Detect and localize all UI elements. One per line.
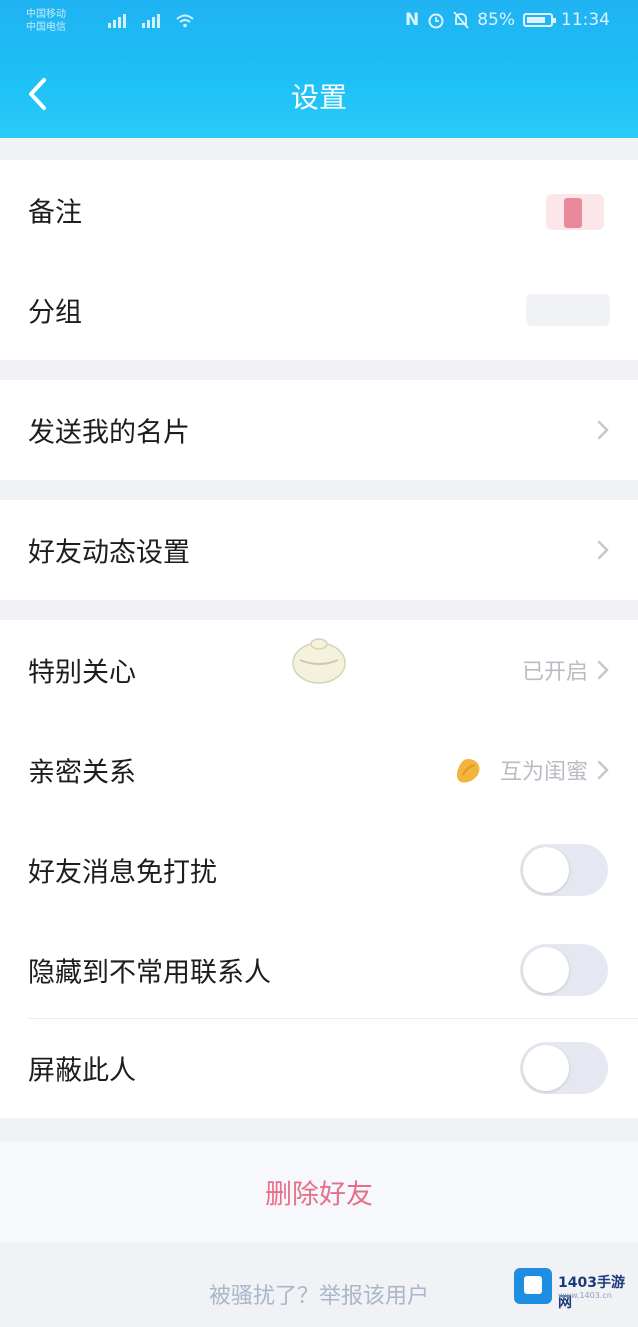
group-value-blurred (526, 294, 610, 326)
send-card-row[interactable]: 发送我的名片 (0, 380, 638, 480)
profile-section: 备注 分组 (0, 160, 638, 360)
intimacy-value: 互为闺蜜 (499, 760, 588, 785)
header-bar: 中国移动 中国电信 N 85% 11:34 设置 (0, 0, 638, 138)
feed-settings-label: 好友动态设置 (28, 537, 190, 569)
feed-settings-row[interactable]: 好友动态设置 (0, 500, 638, 600)
hide-contact-label: 隐藏到不常用联系人 (28, 957, 271, 989)
signal-icon (142, 12, 160, 28)
chevron-right-icon (597, 540, 609, 560)
remark-row[interactable]: 备注 (0, 160, 638, 260)
group-row[interactable]: 分组 (0, 260, 638, 360)
remark-label: 备注 (28, 197, 82, 229)
watermark-icon (514, 1268, 552, 1304)
group-label: 分组 (28, 297, 82, 329)
feed-settings-section: 好友动态设置 (0, 500, 638, 600)
watermark-logo: 1403手游网 www.1403.cn (514, 1266, 634, 1311)
battery-percent: 85% (477, 10, 515, 30)
send-card-label: 发送我的名片 (28, 417, 190, 449)
delete-friend-button[interactable]: 删除好友 (0, 1173, 638, 1212)
status-bar: 中国移动 中国电信 N 85% 11:34 (0, 0, 638, 44)
relations-section: 特别关心 已开启 亲密关系 互为闺蜜 好友消息免打扰 隐藏到不常用联系人 屏蔽此… (0, 620, 638, 1118)
hide-contact-row: 隐藏到不常用联系人 (0, 920, 638, 1020)
signal-icon (108, 12, 126, 28)
block-row: 屏蔽此人 (0, 1018, 638, 1118)
do-not-disturb-label: 好友消息免打扰 (28, 857, 217, 889)
carrier-1: 中国移动 (26, 9, 66, 20)
wifi-icon (176, 14, 194, 28)
clock-time: 11:34 (561, 10, 610, 30)
status-right: N 85% 11:34 (405, 10, 610, 30)
special-care-row[interactable]: 特别关心 已开启 (0, 620, 638, 720)
delete-section: 删除好友 (0, 1142, 638, 1242)
intimacy-row[interactable]: 亲密关系 互为闺蜜 (0, 720, 638, 820)
badge-icon (456, 759, 480, 783)
send-card-section: 发送我的名片 (0, 380, 638, 480)
alarm-icon (428, 13, 444, 29)
carrier-info: 中国移动 中国电信 (26, 8, 66, 34)
do-not-disturb-toggle[interactable] (520, 844, 608, 896)
do-not-disturb-row: 好友消息免打扰 (0, 820, 638, 920)
mascot-sticker-icon (292, 638, 346, 684)
chevron-right-icon (597, 660, 609, 680)
remark-value-blurred (546, 194, 604, 230)
block-toggle[interactable] (520, 1042, 608, 1094)
carrier-2: 中国电信 (26, 22, 66, 33)
hide-contact-toggle[interactable] (520, 944, 608, 996)
watermark-sub: www.1403.cn (558, 1291, 612, 1300)
special-care-label: 特别关心 (28, 657, 136, 689)
intimacy-label: 亲密关系 (28, 757, 136, 789)
page-title: 设置 (290, 81, 347, 114)
battery-icon (523, 13, 556, 27)
chevron-right-icon (597, 420, 609, 440)
block-label: 屏蔽此人 (28, 1055, 136, 1087)
nfc-icon: N (404, 10, 420, 30)
silent-icon (453, 11, 469, 29)
special-care-value: 已开启 (521, 660, 588, 685)
chevron-right-icon (597, 760, 609, 780)
